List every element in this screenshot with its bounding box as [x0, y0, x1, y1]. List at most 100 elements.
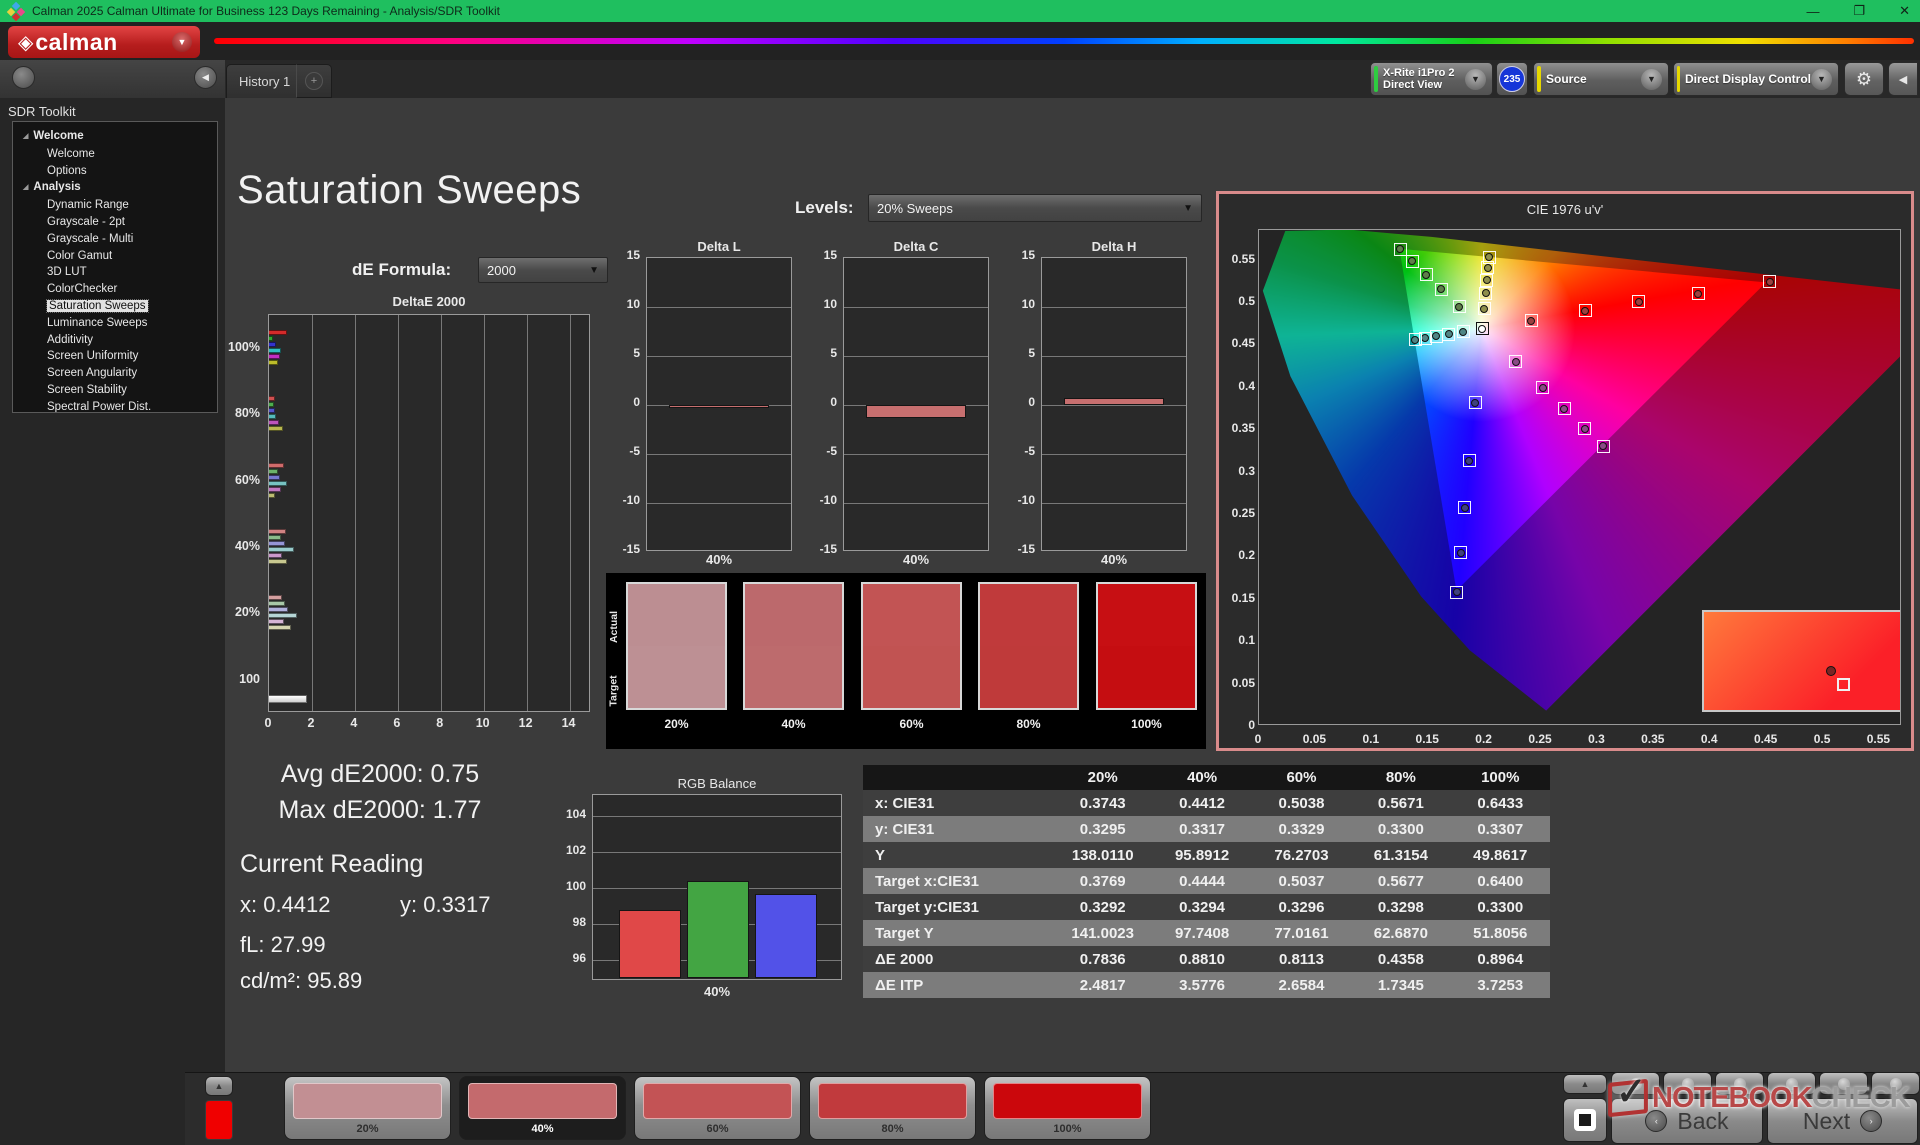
- y-tick-label: 0: [803, 395, 837, 409]
- sidebar-item-welcome[interactable]: ◢Welcome: [13, 128, 217, 146]
- table-cell: 3.7253: [1451, 977, 1550, 994]
- table-cell: 0.3329: [1252, 821, 1351, 838]
- table-cell: 49.8617: [1451, 847, 1550, 864]
- source-dropdown[interactable]: Source ▼: [1533, 62, 1669, 96]
- formula-dropdown[interactable]: 2000▼: [478, 257, 608, 283]
- sidebar-item-welcome[interactable]: Welcome: [13, 146, 217, 163]
- sidebar-collapse-button[interactable]: ◀: [194, 66, 217, 89]
- sidebar-item-analysis[interactable]: ◢Analysis: [13, 179, 217, 197]
- cie-point-circle: [1539, 384, 1547, 392]
- sidebar-item-colorchecker[interactable]: ColorChecker: [13, 281, 217, 298]
- cie-point-circle: [1581, 307, 1589, 315]
- y-tick-label: 10: [606, 297, 640, 311]
- back-button[interactable]: ‹Back: [1611, 1098, 1763, 1144]
- sidebar-item-spectral-power-dist-[interactable]: Spectral Power Dist.: [13, 399, 217, 413]
- tab-history-1[interactable]: History 1: [226, 64, 303, 98]
- sidebar-item-options[interactable]: Options: [13, 163, 217, 180]
- target-axis-label: Target: [608, 675, 620, 706]
- dot-icon: [1734, 1078, 1746, 1090]
- patch-actual: [1098, 584, 1195, 646]
- pattern-color-swatch[interactable]: [205, 1100, 233, 1140]
- color-patch-80%: [978, 582, 1079, 710]
- gridline: [1042, 307, 1186, 308]
- bottom-swatch-80%[interactable]: 80%: [809, 1076, 976, 1140]
- y-tick-label: 102: [552, 843, 586, 857]
- cie-point-circle: [1459, 328, 1467, 336]
- y-tick-label: -10: [1001, 493, 1035, 507]
- sidebar-item-screen-stability[interactable]: Screen Stability: [13, 382, 217, 399]
- sidebar-item-luminance-sweeps[interactable]: Luminance Sweeps: [13, 315, 217, 332]
- levels-dropdown[interactable]: 20% Sweeps▼: [868, 194, 1202, 222]
- cie-data-point: [1442, 328, 1455, 341]
- sidebar-item-screen-angularity[interactable]: Screen Angularity: [13, 365, 217, 382]
- y-tick-label: -15: [1001, 542, 1035, 556]
- cie-point-circle: [1478, 325, 1486, 333]
- sidebar-item-additivity[interactable]: Additivity: [13, 332, 217, 349]
- bottom-swatch-60%[interactable]: 60%: [634, 1076, 801, 1140]
- y-tick-label: 10: [803, 297, 837, 311]
- sidebar-item-grayscale-multi[interactable]: Grayscale - Multi: [13, 231, 217, 248]
- nav-strip-button[interactable]: [1663, 1072, 1712, 1095]
- y-tick-label: -10: [803, 493, 837, 507]
- display-control-dropdown[interactable]: Direct Display Control ▼: [1673, 62, 1839, 96]
- sidebar-item-color-gamut[interactable]: Color Gamut: [13, 248, 217, 265]
- panel-collapse-button[interactable]: ◀: [1888, 62, 1918, 96]
- cie-point-circle: [1432, 332, 1440, 340]
- nav-strip-button[interactable]: [1819, 1072, 1868, 1095]
- gridline: [398, 315, 399, 711]
- max-de2000: Max dE2000: 1.77: [230, 796, 530, 825]
- nav-strip-button[interactable]: [1871, 1072, 1920, 1095]
- actual-axis-label: Actual: [608, 611, 620, 643]
- close-icon[interactable]: ✕: [1899, 3, 1910, 19]
- deltae-chart-title: DeltaE 2000: [268, 294, 590, 309]
- x-tick-label: 10: [475, 716, 491, 730]
- sidebar-round-button[interactable]: [12, 66, 35, 89]
- nav-strip-button[interactable]: [1611, 1072, 1660, 1095]
- deltae-bar: [269, 360, 278, 365]
- table-row-label: Target y:CIE31: [863, 899, 1053, 916]
- pattern-popup-button[interactable]: ▲: [205, 1076, 233, 1096]
- nav-popup-button[interactable]: ▲: [1563, 1074, 1607, 1094]
- cie-data-point: [1394, 243, 1407, 256]
- sidebar-item-dynamic-range[interactable]: Dynamic Range: [13, 197, 217, 214]
- tree-expander-icon[interactable]: ◢: [23, 133, 28, 140]
- nav-strip-button[interactable]: [1715, 1072, 1764, 1095]
- cie-data-point: [1453, 300, 1466, 313]
- table-cell: 0.3769: [1053, 873, 1152, 890]
- sidebar-title: SDR Toolkit: [8, 104, 76, 119]
- cie-data-point: [1579, 304, 1592, 317]
- swatch-chip: [818, 1083, 967, 1119]
- sidebar-item-saturation-sweeps[interactable]: Saturation Sweeps: [13, 298, 217, 315]
- y-tick-label: 0.4: [1221, 379, 1255, 393]
- bottom-swatch-20%[interactable]: 20%: [284, 1076, 451, 1140]
- calman-menu-button[interactable]: ◈ calman ▼: [8, 26, 200, 58]
- color-patch-60%: [861, 582, 962, 710]
- bottom-swatch-40%[interactable]: 40%: [459, 1076, 626, 1140]
- patch-target: [980, 646, 1077, 708]
- bottom-swatch-100%[interactable]: 100%: [984, 1076, 1151, 1140]
- y-tick-label: 0: [1221, 718, 1255, 732]
- table-cell: 0.5677: [1351, 873, 1450, 890]
- sidebar-item-screen-uniformity[interactable]: Screen Uniformity: [13, 348, 217, 365]
- next-button[interactable]: Next›: [1767, 1098, 1918, 1144]
- meter-count-badge[interactable]: 235: [1499, 66, 1525, 92]
- sidebar-item-grayscale-2pt[interactable]: Grayscale - 2pt: [13, 214, 217, 231]
- next-label: Next: [1803, 1108, 1850, 1135]
- settings-button[interactable]: ⚙: [1844, 62, 1884, 96]
- x-tick-label: 0.05: [1300, 732, 1328, 746]
- nav-strip-button[interactable]: [1767, 1072, 1816, 1095]
- restore-icon[interactable]: ❐: [1853, 3, 1865, 19]
- x-tick-label: 0: [260, 716, 276, 730]
- tree-expander-icon[interactable]: ◢: [23, 184, 28, 191]
- deltae-bar-white: [269, 695, 307, 703]
- table-row: ΔE 20000.78360.88100.81130.43580.8964: [863, 946, 1550, 972]
- meter-dropdown[interactable]: X-Rite i1Pro 2Direct View ▼: [1370, 62, 1493, 96]
- sidebar-item-3d-lut[interactable]: 3D LUT: [13, 264, 217, 281]
- add-tab-button[interactable]: +: [296, 64, 332, 98]
- stop-button[interactable]: [1563, 1098, 1607, 1142]
- delta-chart-title: Delta H: [1041, 239, 1187, 254]
- y-tick-label: 0.05: [1221, 676, 1255, 690]
- cie-diagram-panel[interactable]: CIE 1976 u'v' 000.050.050.10.10.150.150.…: [1216, 191, 1914, 751]
- y-tick-label: 0.55: [1221, 252, 1255, 266]
- minimize-icon[interactable]: —: [1806, 4, 1819, 19]
